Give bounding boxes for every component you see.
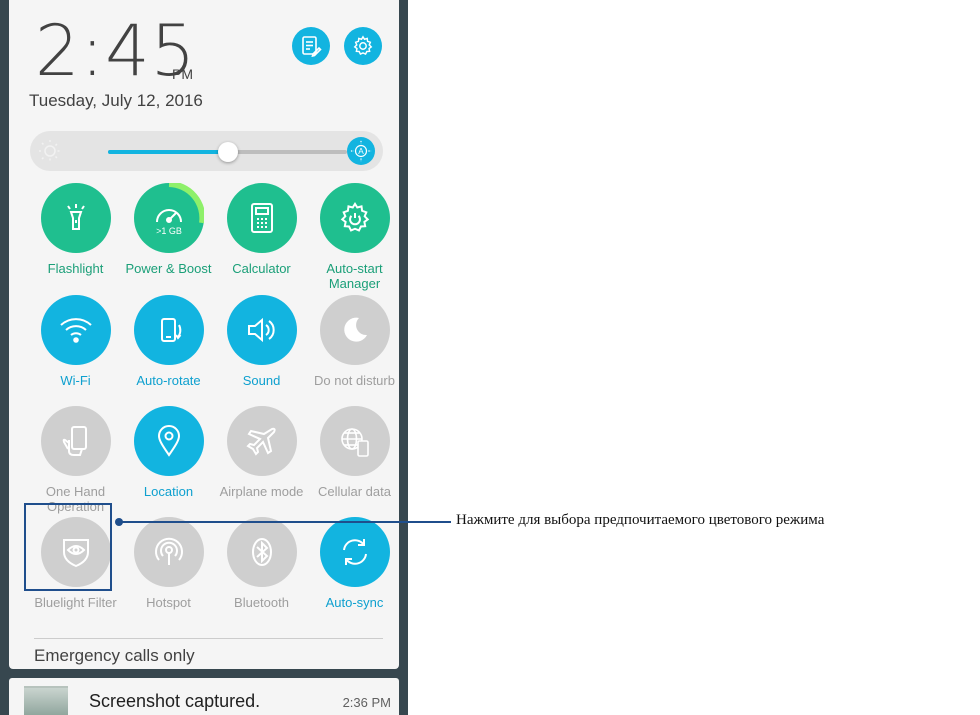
brightness-fill <box>108 150 228 154</box>
moon-icon <box>338 313 372 347</box>
power-boost-toggle[interactable]: >1 GB <box>133 183 204 253</box>
notes-edit-icon <box>300 35 322 57</box>
tile-sound[interactable]: Sound <box>215 295 308 388</box>
tile-hotspot[interactable]: Hotspot <box>122 517 215 610</box>
tile-flashlight[interactable]: Flashlight <box>29 183 122 276</box>
airplane-mode-label: Airplane mode <box>219 484 304 499</box>
screenshot-notification[interactable]: Screenshot captured. 2:36 PM <box>9 678 399 715</box>
wifi-icon <box>58 315 94 345</box>
auto-brightness-button[interactable]: A <box>347 137 375 165</box>
tile-do-not-disturb[interactable]: Do not disturb <box>308 295 401 388</box>
bluetooth-icon <box>247 534 277 570</box>
brightness-slider[interactable]: A <box>30 131 383 171</box>
tile-auto-sync[interactable]: Auto-sync <box>308 517 401 610</box>
power-boost-label: Power & Boost <box>125 261 212 276</box>
auto-start-manager-toggle[interactable] <box>319 183 390 253</box>
settings-gear-icon <box>352 35 374 57</box>
divider <box>34 638 383 639</box>
airplane-icon <box>244 423 280 459</box>
tile-one-hand-operation[interactable]: One Hand Operation <box>29 406 122 514</box>
hotspot-icon <box>151 534 187 570</box>
tile-airplane-mode[interactable]: Airplane mode <box>215 406 308 499</box>
calculator-icon <box>247 201 277 235</box>
calculator-toggle[interactable] <box>226 183 297 253</box>
bluetooth-toggle[interactable] <box>226 517 297 587</box>
brightness-sun-icon <box>38 139 62 163</box>
flashlight-toggle[interactable] <box>40 183 111 253</box>
gear-power-icon <box>338 201 372 235</box>
auto-brightness-icon: A <box>350 140 372 162</box>
bluelight-filter-label: Bluelight Filter <box>34 595 117 610</box>
tile-location[interactable]: Location <box>122 406 215 499</box>
hotspot-toggle[interactable] <box>133 517 204 587</box>
one-hand-icon <box>59 423 93 459</box>
tile-wi-fi[interactable]: Wi-Fi <box>29 295 122 388</box>
date-label: Tuesday, July 12, 2016 <box>29 91 203 110</box>
svg-text:A: A <box>358 147 364 156</box>
phone-screen: 2:45 PM Tuesday, July 12, 2016 A Flashli… <box>0 0 408 715</box>
auto-start-manager-label: Auto-start Manager <box>326 261 383 291</box>
bluelight-highlight-box <box>24 503 112 591</box>
flashlight-icon <box>59 201 93 235</box>
auto-rotate-icon <box>152 313 186 347</box>
screenshot-thumbnail <box>24 686 68 715</box>
emergency-calls-text: Emergency calls only <box>34 646 195 665</box>
clock-ampm: PM <box>172 66 193 82</box>
location-label: Location <box>143 484 194 499</box>
sound-toggle[interactable] <box>226 295 297 365</box>
sync-icon <box>337 534 373 570</box>
auto-rotate-label: Auto-rotate <box>136 373 201 388</box>
location-pin-icon <box>154 423 184 459</box>
wi-fi-label: Wi-Fi <box>60 373 91 388</box>
cellular-data-toggle[interactable] <box>319 406 390 476</box>
auto-rotate-toggle[interactable] <box>133 295 204 365</box>
boost-speedometer-icon: >1 GB <box>149 198 189 238</box>
tile-calculator[interactable]: Calculator <box>215 183 308 276</box>
wi-fi-toggle[interactable] <box>40 295 111 365</box>
globe-phone-icon <box>337 423 373 459</box>
cellular-data-label: Cellular data <box>318 484 391 499</box>
tile-bluetooth[interactable]: Bluetooth <box>215 517 308 610</box>
sound-label: Sound <box>242 373 281 388</box>
tile-cellular-data[interactable]: Cellular data <box>308 406 401 499</box>
hotspot-label: Hotspot <box>146 595 191 610</box>
boost-memory-badge: >1 GB <box>156 226 182 236</box>
tile-auto-rotate[interactable]: Auto-rotate <box>122 295 215 388</box>
do-not-disturb-label: Do not disturb <box>314 373 395 388</box>
calculator-label: Calculator <box>232 261 291 276</box>
one-hand-operation-toggle[interactable] <box>40 406 111 476</box>
brightness-track[interactable] <box>108 142 347 162</box>
airplane-mode-toggle[interactable] <box>226 406 297 476</box>
flashlight-label: Flashlight <box>47 261 104 276</box>
tile-power-boost[interactable]: >1 GB Power & Boost <box>122 183 215 276</box>
bluetooth-label: Bluetooth <box>234 595 289 610</box>
notification-time: 2:36 PM <box>342 695 391 710</box>
settings-button[interactable] <box>344 27 382 65</box>
tile-auto-start-manager[interactable]: Auto-start Manager <box>308 183 401 291</box>
auto-sync-toggle[interactable] <box>319 517 390 587</box>
callout-text: Нажмите для выбора предпочитаемого цвето… <box>456 512 825 528</box>
do-not-disturb-toggle[interactable] <box>319 295 390 365</box>
brightness-thumb[interactable] <box>217 142 238 162</box>
speaker-icon <box>244 314 280 346</box>
notes-button[interactable] <box>292 27 330 65</box>
location-toggle[interactable] <box>133 406 204 476</box>
notification-title: Screenshot captured. <box>89 691 261 711</box>
callout-line <box>121 521 451 523</box>
auto-sync-label: Auto-sync <box>325 595 384 610</box>
